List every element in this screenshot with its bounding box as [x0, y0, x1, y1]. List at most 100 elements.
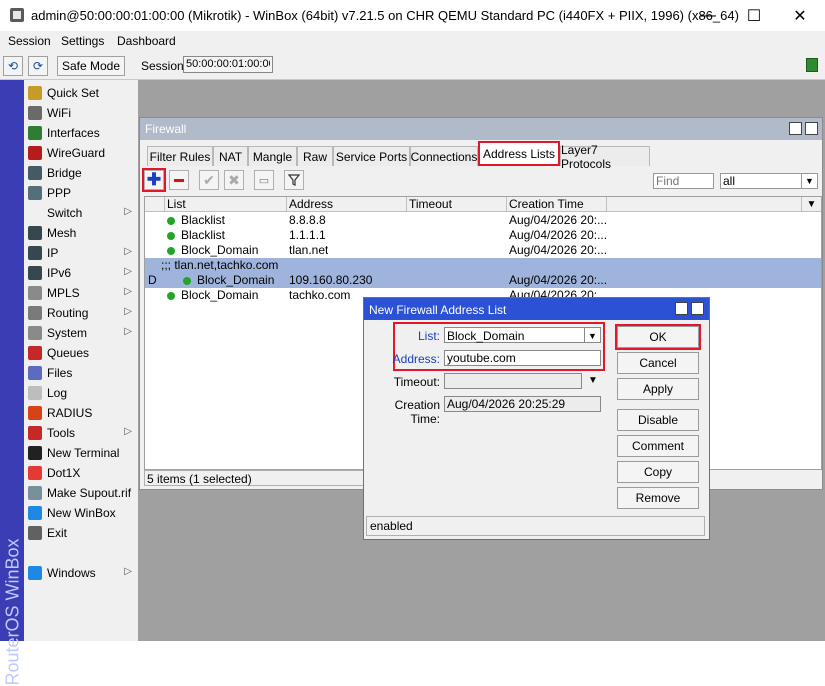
sidebar-item-label: IPv6: [47, 266, 72, 280]
comment-button[interactable]: ▭: [254, 170, 274, 190]
sidebar-item-ipv6[interactable]: IPv6 ▷: [24, 263, 138, 283]
submenu-arrow-icon: ▷: [124, 266, 132, 277]
table-row[interactable]: Block_Domain tlan.net Aug/04/2026 20:...: [145, 243, 821, 258]
menu-dashboard[interactable]: Dashboard: [117, 34, 176, 48]
timeout-dropdown-icon[interactable]: ▼: [588, 375, 598, 386]
tab-address-lists[interactable]: Address Lists: [478, 141, 560, 166]
tab-filter-rules[interactable]: Filter Rules: [147, 146, 213, 166]
enable-button[interactable]: ✔: [199, 170, 219, 190]
table-row[interactable]: Blacklist 8.8.8.8 Aug/04/2026 20:...: [145, 213, 821, 228]
column-header-list[interactable]: List: [165, 197, 287, 212]
copy-button[interactable]: Copy: [617, 461, 699, 483]
sidebar-item-exit[interactable]: Exit: [24, 523, 138, 543]
undo-button[interactable]: ⟲: [3, 56, 23, 76]
tab-connections[interactable]: Connections: [410, 146, 478, 166]
minimize-button[interactable]: —: [685, 0, 731, 31]
cell-creation-time: Aug/04/2026 20:...: [509, 228, 608, 242]
safe-mode-button[interactable]: Safe Mode: [57, 56, 125, 76]
tab-service-ports[interactable]: Service Ports: [333, 146, 410, 166]
sidebar-item-bridge[interactable]: Bridge: [24, 163, 138, 183]
sidebar-item-quick-set[interactable]: Quick Set: [24, 83, 138, 103]
sidebar-item-dot1x[interactable]: Dot1X: [24, 463, 138, 483]
sidebar-item-wifi[interactable]: WiFi: [24, 103, 138, 123]
sidebar-item-interfaces[interactable]: Interfaces: [24, 123, 138, 143]
sidebar-item-routing[interactable]: Routing ▷: [24, 303, 138, 323]
sidebar-item-new-terminal[interactable]: New Terminal: [24, 443, 138, 463]
sidebar-item-queues[interactable]: Queues: [24, 343, 138, 363]
queues-icon: [28, 346, 42, 360]
list-select[interactable]: Block_Domain ▼: [444, 327, 601, 343]
supout-icon: [28, 486, 42, 500]
tab-mangle[interactable]: Mangle: [248, 146, 297, 166]
address-input[interactable]: [444, 350, 601, 366]
maximize-button[interactable]: ☐: [731, 0, 777, 31]
sidebar-item-label: Make Supout.rif: [47, 486, 132, 500]
cell-list-value: Block_Domain: [181, 243, 259, 257]
submenu-arrow-icon: ▷: [124, 246, 132, 257]
remove-button[interactable]: Remove: [617, 487, 699, 509]
windows-icon: [28, 566, 42, 580]
firewall-titlebar[interactable]: Firewall □ ✕: [140, 118, 822, 140]
column-header-address[interactable]: Address: [287, 197, 407, 212]
table-row[interactable]: D Block_Domain 109.160.80.230 Aug/04/2026 2…: [145, 273, 821, 288]
tab-layer7-protocols[interactable]: Layer7 Protocols: [560, 143, 650, 171]
dialog-maximize-button[interactable]: □: [675, 302, 688, 315]
sidebar-item-log[interactable]: Log: [24, 383, 138, 403]
enabled-status-icon: [183, 276, 191, 285]
column-header-creation-time[interactable]: Creation Time: [507, 197, 607, 212]
dialog-close-button[interactable]: ✕: [691, 302, 704, 315]
sidebar-item-tools[interactable]: Tools ▷: [24, 423, 138, 443]
sidebar-item-mpls[interactable]: MPLS ▷: [24, 283, 138, 303]
remove-button[interactable]: [169, 170, 189, 190]
comment-button[interactable]: Comment: [617, 435, 699, 457]
sidebar-item-windows[interactable]: Windows ▷: [24, 563, 138, 583]
funnel-icon: [288, 174, 300, 186]
sidebar-item-label: Bridge: [47, 166, 82, 180]
window-title: admin@50:00:00:01:00:00 (Mikrotik) - Win…: [31, 8, 739, 23]
session-field[interactable]: [183, 56, 273, 73]
sidebar-item-new-winbox[interactable]: New WinBox: [24, 503, 138, 523]
menu-settings[interactable]: Settings: [61, 34, 104, 48]
sidebar-item-wireguard[interactable]: WireGuard: [24, 143, 138, 163]
cell-flag: D: [148, 273, 157, 287]
cancel-button[interactable]: Cancel: [617, 352, 699, 374]
cell-list: Block_Domain: [167, 288, 258, 303]
tab-raw[interactable]: Raw: [297, 146, 333, 166]
sidebar-item-ppp[interactable]: PPP: [24, 183, 138, 203]
submenu-arrow-icon: ▷: [124, 326, 132, 337]
apply-button[interactable]: Apply: [617, 378, 699, 400]
tab-nat[interactable]: NAT: [213, 146, 248, 166]
sidebar-item-label: Queues: [47, 346, 90, 360]
dialog-titlebar[interactable]: New Firewall Address List □ ✕: [364, 298, 709, 320]
sidebar-item-switch[interactable]: Switch ▷: [24, 203, 138, 223]
filter-button[interactable]: [284, 170, 304, 190]
disable-button[interactable]: Disable: [617, 409, 699, 431]
cell-list: Blacklist: [167, 228, 225, 243]
sidebar-item-system[interactable]: System ▷: [24, 323, 138, 343]
disable-button[interactable]: ✖: [224, 170, 244, 190]
menu-session[interactable]: Session: [8, 34, 51, 48]
sidebar-item-files[interactable]: Files: [24, 363, 138, 383]
find-input[interactable]: [653, 173, 714, 189]
connection-status-indicator: [806, 58, 818, 72]
sidebar-item-mesh[interactable]: Mesh: [24, 223, 138, 243]
column-menu-arrow-icon[interactable]: ▼: [802, 197, 821, 212]
sidebar-item-make-supout-rif[interactable]: Make Supout.rif: [24, 483, 138, 503]
sidebar-item-label: IP: [47, 246, 59, 260]
sidebar-item-label: System: [47, 326, 88, 340]
timeout-label: Timeout:: [393, 375, 440, 389]
column-header-timeout[interactable]: Timeout: [407, 197, 507, 212]
filter-select[interactable]: all ▼: [720, 173, 818, 189]
firewall-close-button[interactable]: ✕: [805, 122, 818, 135]
timeout-input[interactable]: [444, 373, 582, 389]
table-row[interactable]: Blacklist 1.1.1.1 Aug/04/2026 20:...: [145, 228, 821, 243]
list-label: List:: [417, 329, 440, 343]
ok-button-highlight: [615, 324, 701, 350]
window-titlebar: admin@50:00:00:01:00:00 (Mikrotik) - Win…: [0, 0, 825, 31]
table-comment-row[interactable]: ;;; tlan.net,tachko.com: [145, 258, 821, 273]
redo-button[interactable]: ⟳: [28, 56, 48, 76]
close-button[interactable]: ✕: [777, 0, 823, 31]
sidebar-item-radius[interactable]: RADIUS: [24, 403, 138, 423]
firewall-maximize-button[interactable]: □: [789, 122, 802, 135]
sidebar-item-ip[interactable]: IP ▷: [24, 243, 138, 263]
